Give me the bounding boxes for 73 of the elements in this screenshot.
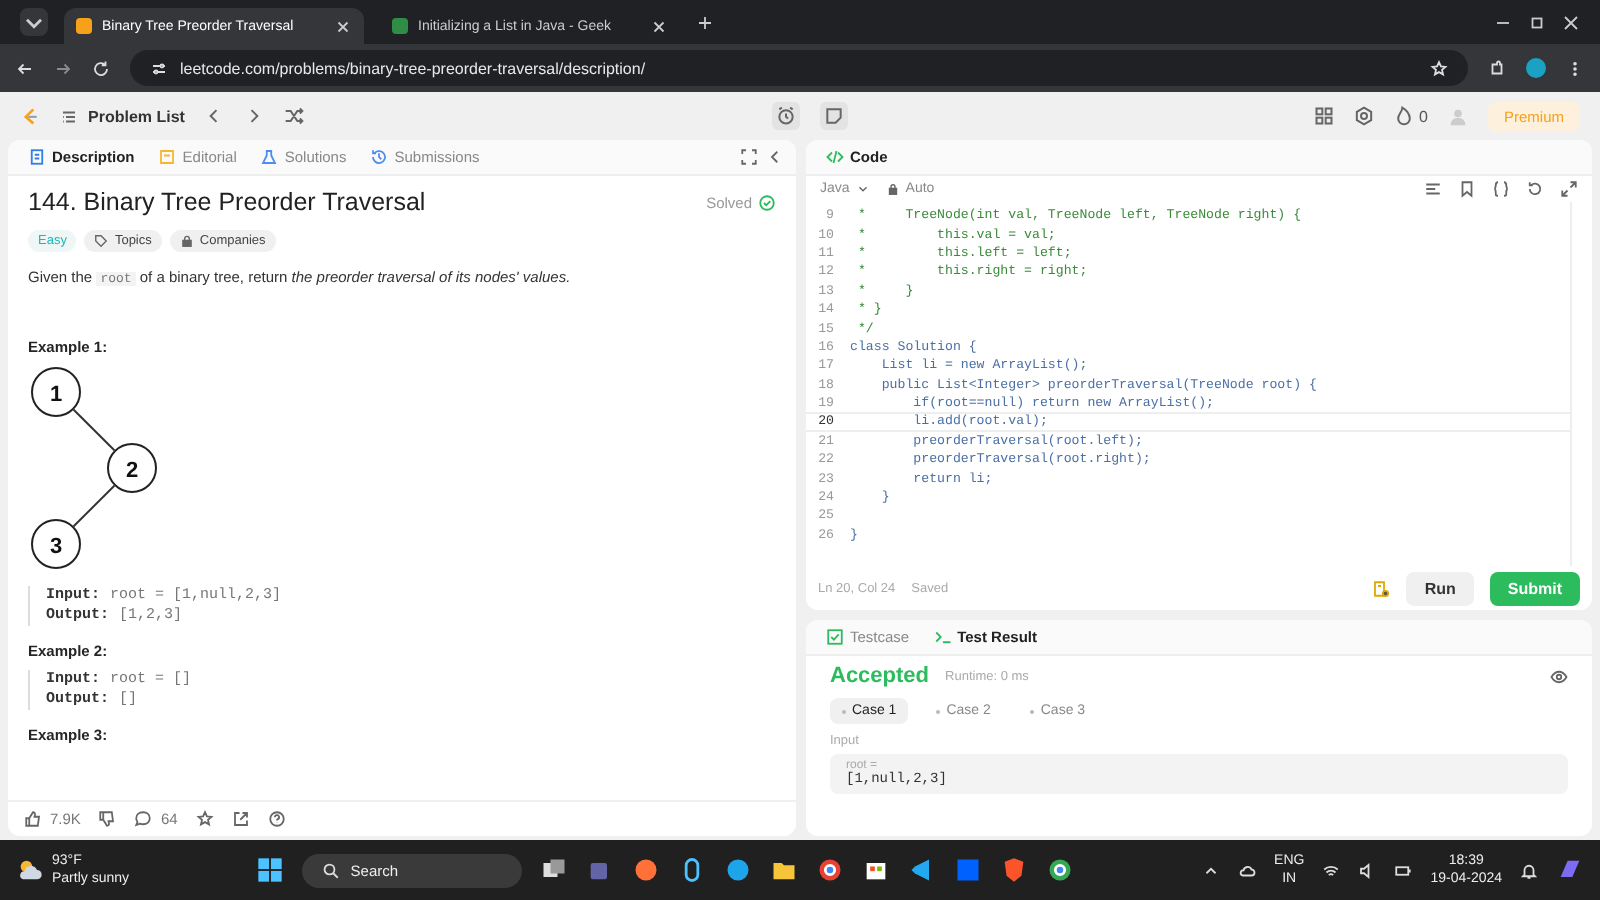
tree-edge — [72, 408, 116, 452]
thumbs-up-icon — [24, 810, 42, 828]
comment-icon — [134, 810, 153, 828]
lock-icon — [179, 234, 194, 248]
collapse-icon[interactable] — [766, 148, 784, 166]
list-icon — [60, 107, 78, 125]
tag-icon — [94, 234, 109, 248]
problem-title: 144. Binary Tree Preorder Traversal — [28, 188, 426, 216]
close-icon[interactable] — [1562, 13, 1580, 31]
problem-list-button[interactable]: Problem List — [60, 107, 185, 125]
layout-grid-icon[interactable] — [1313, 106, 1334, 126]
close-icon[interactable] — [650, 17, 668, 35]
streak-count: 0 — [1419, 107, 1428, 125]
code-icon — [826, 148, 844, 166]
reload-icon[interactable] — [92, 59, 110, 77]
bookmark-icon[interactable] — [1458, 180, 1476, 198]
start-icon[interactable] — [256, 856, 285, 884]
address-bar[interactable]: leetcode.com/problems/binary-tree-preorder-traversal/description/ — [130, 50, 1468, 86]
url-text: leetcode.com/problems/binary-tree-preorder-traversal/description/ — [180, 59, 646, 77]
history-icon — [370, 148, 389, 166]
restore-icon[interactable] — [1528, 13, 1546, 31]
settings-icon[interactable] — [1353, 106, 1374, 126]
tree-edge — [72, 484, 116, 528]
checkbox-icon — [826, 628, 844, 646]
problem-list-label: Problem List — [88, 107, 185, 125]
cloud-sun-icon — [16, 856, 44, 884]
bookmark-star-icon[interactable] — [1430, 59, 1448, 77]
alarm-clock-icon[interactable] — [771, 102, 799, 130]
document-icon — [28, 148, 46, 166]
notes-icon[interactable] — [1372, 579, 1391, 597]
node-value: 1 — [49, 383, 63, 407]
shield-icon[interactable] — [1000, 856, 1029, 884]
verdict-label: Accepted — [830, 664, 930, 688]
site-settings-icon[interactable] — [150, 59, 168, 77]
lock-icon — [885, 182, 900, 196]
notes-icon[interactable] — [819, 102, 847, 130]
tree-node — [31, 519, 81, 569]
forward-icon[interactable] — [54, 59, 72, 77]
fullscreen-icon[interactable] — [740, 148, 758, 166]
cloud-icon[interactable] — [1238, 861, 1257, 879]
run-button[interactable]: Run — [1406, 571, 1474, 605]
reset-icon[interactable] — [1526, 180, 1544, 198]
node-value: 2 — [125, 459, 139, 483]
back-icon[interactable] — [16, 59, 34, 77]
search-icon — [322, 861, 341, 879]
book-icon — [158, 148, 177, 166]
profile-avatar[interactable] — [1526, 58, 1546, 78]
chrome-icon[interactable] — [1046, 856, 1075, 884]
expand-icon[interactable] — [1560, 180, 1578, 198]
battery-icon[interactable] — [1394, 861, 1413, 879]
flask-icon — [260, 148, 279, 166]
shuffle-icon[interactable] — [284, 106, 305, 126]
star-icon[interactable] — [195, 810, 214, 828]
flame-icon[interactable] — [1393, 106, 1414, 126]
tree-node — [31, 367, 81, 417]
tab-list-icon[interactable] — [20, 8, 48, 36]
extensions-icon[interactable] — [1488, 59, 1506, 77]
tree-node — [107, 443, 157, 493]
wifi-icon[interactable] — [1322, 861, 1341, 879]
braces-icon[interactable] — [1492, 180, 1510, 198]
share-icon[interactable] — [231, 810, 250, 828]
format-icon[interactable] — [1424, 180, 1442, 198]
check-circle-icon — [758, 193, 776, 211]
help-icon[interactable] — [267, 810, 286, 828]
close-icon[interactable] — [334, 17, 352, 35]
new-tab-icon[interactable] — [696, 13, 714, 31]
bell-icon[interactable] — [1520, 861, 1539, 879]
chrome-icon[interactable] — [816, 856, 845, 884]
eye-icon[interactable] — [1550, 667, 1568, 685]
chevron-down-icon — [855, 182, 870, 196]
node-value: 3 — [49, 535, 63, 559]
thumbs-down-icon[interactable] — [98, 810, 117, 828]
terminal-icon — [933, 628, 952, 646]
